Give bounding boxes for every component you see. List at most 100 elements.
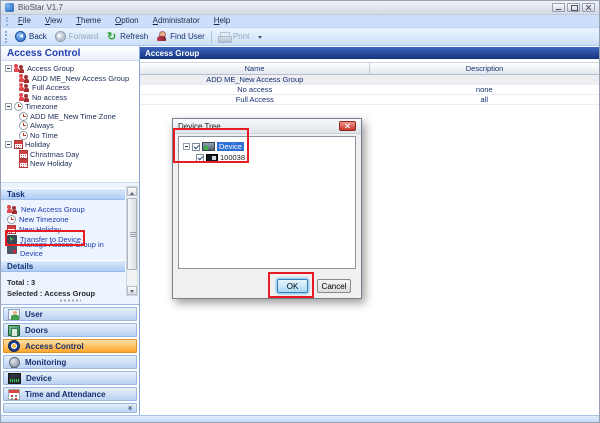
column-header-name[interactable]: Name — [140, 63, 370, 74]
device-checkbox-checked[interactable] — [196, 154, 204, 162]
refresh-button[interactable]: ↻ Refresh — [102, 29, 152, 45]
toolbar-grip[interactable] — [5, 31, 7, 43]
details-selected: Selected : Access Group — [1, 288, 125, 299]
tree-node-new-holiday[interactable]: New Holiday — [5, 159, 139, 169]
tree-node-holiday[interactable]: Holiday — [5, 140, 139, 150]
tree-node-full-access[interactable]: Full Access — [5, 83, 139, 93]
tree-node-access-group[interactable]: Access Group — [5, 64, 139, 74]
tree-node-christmas-day[interactable]: Christmas Day — [5, 150, 139, 160]
tree-node-timezone[interactable]: Timezone — [5, 102, 139, 112]
access-group-icon — [19, 83, 30, 92]
nav-doors[interactable]: Doors — [3, 323, 137, 337]
tree-node-no-time[interactable]: No Time — [5, 131, 139, 141]
device-root-label: Device — [217, 142, 244, 151]
maximize-button[interactable] — [567, 3, 580, 12]
nav-device[interactable]: Device — [3, 371, 137, 385]
task-new-holiday[interactable]: New Holiday — [1, 224, 125, 234]
toolbar-overflow-button[interactable] — [255, 29, 265, 44]
refresh-label: Refresh — [120, 32, 148, 41]
doors-icon — [8, 325, 20, 336]
collapse-icon[interactable] — [183, 143, 190, 150]
task-details-panel: Task New Access Group New Timezone Ne — [1, 182, 139, 304]
column-header-description[interactable]: Description — [370, 63, 599, 74]
tree-node-add-me-access-group[interactable]: ADD ME_New Access Group — [5, 74, 139, 84]
cell-name: ADD ME_New Access Group — [140, 75, 370, 84]
access-group-icon — [14, 64, 25, 73]
task-new-access-group[interactable]: New Access Group — [1, 204, 125, 214]
print-button[interactable]: Print — [214, 29, 253, 45]
table-row[interactable]: ADD ME_New Access Group — [140, 75, 599, 85]
cell-name: Full Access — [140, 95, 370, 104]
table-row[interactable]: No access none — [140, 85, 599, 95]
collapse-icon[interactable] — [5, 65, 12, 72]
close-button[interactable] — [582, 3, 595, 12]
tree-label: ADD ME_New Access Group — [32, 74, 129, 83]
holiday-icon — [19, 150, 28, 159]
access-group-icon — [19, 93, 30, 102]
tree-label: Access Group — [27, 64, 74, 73]
dialog-close-icon[interactable] — [339, 121, 356, 131]
device-tree-child-node[interactable]: 100038 — [196, 152, 355, 163]
nav-monitoring[interactable]: Monitoring — [3, 355, 137, 369]
task-label: New Access Group — [21, 205, 85, 214]
table-row[interactable]: Full Access all — [140, 95, 599, 105]
minimize-button[interactable] — [552, 3, 565, 12]
nav-time-and-attendance[interactable]: Time and Attendance — [3, 387, 137, 401]
timezone-icon — [19, 121, 28, 130]
tree-label: Holiday — [25, 140, 50, 149]
forward-button[interactable]: Forward — [51, 29, 102, 45]
device-child-label: 100038 — [220, 153, 245, 162]
tree-label: Full Access — [32, 83, 70, 92]
access-control-tree: Access Group ADD ME_New Access Group Ful… — [1, 61, 139, 182]
cancel-button[interactable]: Cancel — [317, 279, 351, 293]
access-group-icon — [7, 205, 18, 214]
nav-user[interactable]: User — [3, 307, 137, 321]
back-icon — [15, 31, 26, 42]
scroll-down-icon[interactable] — [127, 286, 137, 295]
scroll-up-icon[interactable] — [127, 187, 137, 196]
sidebar-header: Access Control — [1, 46, 139, 61]
dialog-title-bar[interactable]: Device Tree — [173, 119, 361, 134]
cell-name: No access — [140, 85, 370, 94]
nav-access-control[interactable]: Access Control — [3, 339, 137, 353]
task-manage-access-group-in-device[interactable]: Manage Access Group in Device — [1, 244, 125, 254]
tree-node-always[interactable]: Always — [5, 121, 139, 131]
collapse-icon[interactable] — [5, 103, 12, 110]
cell-description: all — [370, 95, 600, 104]
app-window: BioStar V1.7 File View Theme Option Admi… — [0, 0, 600, 423]
dialog-title: Device Tree — [178, 122, 221, 131]
menu-option[interactable]: Option — [108, 15, 146, 27]
print-label: Print — [233, 32, 249, 41]
menu-help[interactable]: Help — [207, 15, 237, 27]
back-button[interactable]: Back — [11, 29, 51, 45]
tree-node-add-me-time-zone[interactable]: ADD ME_New Time Zone — [5, 112, 139, 122]
transfer-to-device-icon — [7, 235, 17, 244]
ok-button[interactable]: OK — [277, 279, 308, 293]
nav-overflow-strip[interactable]: » — [3, 403, 137, 413]
device-checkbox-checked[interactable] — [192, 143, 200, 151]
menu-theme[interactable]: Theme — [69, 15, 108, 27]
menu-file[interactable]: File — [11, 15, 38, 27]
back-label: Back — [29, 32, 47, 41]
collapse-icon[interactable] — [5, 141, 12, 148]
access-group-icon — [19, 74, 30, 83]
task-new-timezone[interactable]: New Timezone — [1, 214, 125, 224]
menu-administrator[interactable]: Administrator — [146, 15, 207, 27]
menu-view[interactable]: View — [38, 15, 69, 27]
monitoring-icon — [8, 357, 20, 368]
menu-bar: File View Theme Option Administrator Hel… — [1, 15, 599, 28]
title-bar: BioStar V1.7 — [1, 1, 599, 15]
time-attendance-icon — [8, 389, 20, 400]
sidebar-scrollbar[interactable] — [126, 186, 138, 296]
main-panel-title: Access Group — [140, 47, 599, 59]
scrollbar-thumb[interactable] — [127, 198, 137, 270]
device-terminal-icon — [206, 154, 218, 162]
holiday-icon — [19, 159, 28, 168]
panel-resize-grip[interactable] — [59, 299, 81, 302]
find-user-label: Find User — [170, 32, 205, 41]
tree-node-no-access[interactable]: No access — [5, 93, 139, 103]
window-title: BioStar V1.7 — [18, 3, 63, 12]
find-user-button[interactable]: Find User — [152, 29, 209, 45]
device-tree-root-node[interactable]: Device — [183, 141, 355, 152]
nav-overflow-chevron-icon: » — [127, 406, 133, 410]
